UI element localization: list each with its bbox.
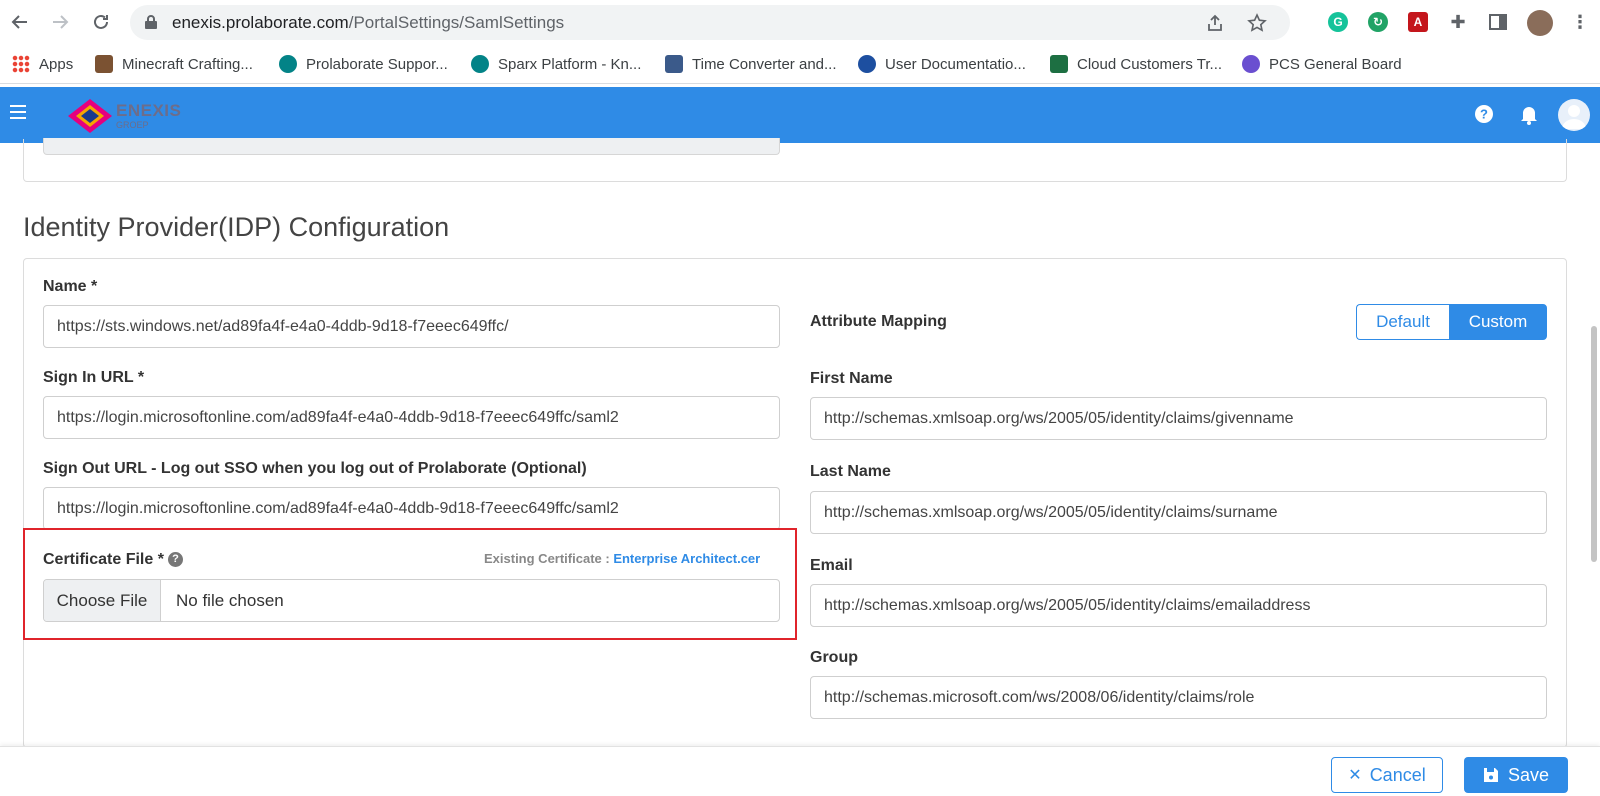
sign-in-url-label: Sign In URL * [43,369,145,386]
default-mapping-button[interactable]: Default [1356,304,1449,340]
enexis-logo[interactable]: ENEXIS GROEP [68,99,188,133]
sign-out-url-label: Sign Out URL - Log out SSO when you log … [43,460,587,477]
grammarly-icon[interactable]: G [1328,12,1348,32]
browser-toolbar: enexis.prolaborate.com/PortalSettings/Sa… [0,0,1600,44]
first-name-input[interactable]: http://schemas.xmlsoap.org/ws/2005/05/id… [810,397,1547,440]
previous-settings-card [23,138,1567,182]
back-arrow-icon[interactable] [8,10,32,34]
side-panel-icon[interactable] [1488,12,1508,32]
first-name-label: First Name [810,370,893,387]
last-name-input[interactable]: http://schemas.xmlsoap.org/ws/2005/05/id… [810,491,1547,534]
pdf-icon[interactable]: A [1408,12,1428,32]
app-header: ENEXIS GROEP ? [0,87,1600,143]
certificate-help-icon[interactable]: ? [167,552,183,568]
user-avatar-icon[interactable] [1558,99,1590,131]
notification-bell-icon[interactable] [1518,103,1540,125]
url-text: enexis.prolaborate.com/PortalSettings/Sa… [172,13,565,32]
mapping-mode-toggle: Default Custom [1356,304,1547,340]
help-icon[interactable]: ? [1473,103,1495,125]
page-scrollbar[interactable] [1591,326,1597,562]
browser-menu-icon[interactable]: ⋮ [1570,12,1590,32]
extensions-puzzle-icon[interactable]: ✚ [1448,12,1468,32]
lock-icon [144,14,158,35]
share-icon[interactable] [1205,13,1225,33]
bookmark-time-converter[interactable]: Time Converter and... [665,53,837,75]
bookmark-minecraft[interactable]: Minecraft Crafting... [95,53,253,75]
bookmark-sparx-platform[interactable]: Sparx Platform - Kn... [471,53,641,75]
forward-arrow-icon[interactable] [48,10,72,34]
address-bar[interactable]: enexis.prolaborate.com/PortalSettings/Sa… [130,5,1290,40]
prolaborate-icon [858,55,876,73]
time-converter-icon [665,55,683,73]
section-title: Identity Provider(IDP) Configuration [23,212,450,242]
minecraft-icon [95,55,113,73]
apps-grid-icon [12,55,30,73]
last-name-label: Last Name [810,463,891,480]
choose-file-button[interactable]: Choose File [44,580,161,621]
sign-out-url-input[interactable]: https://login.microsoftonline.com/ad89fa… [43,487,780,530]
bookmark-cloud-customers[interactable]: Cloud Customers Tr... [1050,53,1222,75]
save-button[interactable]: Save [1464,757,1568,793]
group-label: Group [810,649,858,666]
certificate-file-input[interactable]: Choose File No file chosen [43,579,780,622]
bookmark-user-documentation[interactable]: User Documentatio... [858,53,1026,75]
group-input[interactable]: http://schemas.microsoft.com/ws/2008/06/… [810,676,1547,719]
pcs-board-icon [1242,55,1260,73]
svg-text:?: ? [1480,107,1488,122]
reload-icon[interactable] [89,10,113,34]
name-label: Name * [43,278,98,295]
sign-in-url-input[interactable]: https://login.microsoftonline.com/ad89fa… [43,396,780,439]
close-icon: ✕ [1348,767,1362,784]
existing-certificate-link[interactable]: Enterprise Architect.cer [613,551,760,566]
previous-field [43,138,780,155]
cancel-button[interactable]: ✕ Cancel [1331,757,1443,793]
save-disk-icon [1483,767,1499,783]
name-input[interactable]: https://sts.windows.net/ad89fa4f-e4a0-4d… [43,305,780,348]
email-input[interactable]: http://schemas.xmlsoap.org/ws/2005/05/id… [810,584,1547,627]
excel-icon [1050,55,1068,73]
bookmark-apps[interactable]: Apps [12,53,73,75]
hamburger-menu-icon[interactable] [10,105,26,119]
sync-extension-icon[interactable]: ↻ [1368,12,1388,32]
no-file-chosen-text: No file chosen [176,591,284,610]
existing-certificate: Existing Certificate : Enterprise Archit… [484,551,761,566]
bookmark-pcs-general-board[interactable]: PCS General Board [1242,53,1402,75]
sharepoint-icon [471,55,489,73]
sharepoint-icon [279,55,297,73]
email-label: Email [810,557,853,574]
profile-avatar[interactable] [1527,10,1553,36]
attribute-mapping-title: Attribute Mapping [810,313,947,330]
certificate-file-label: Certificate File *? [43,551,183,569]
bookmarks-bar: Apps Minecraft Crafting... Prolaborate S… [0,44,1600,84]
bookmark-star-icon[interactable] [1247,13,1267,33]
custom-mapping-button[interactable]: Custom [1449,304,1547,340]
bookmark-prolaborate-support[interactable]: Prolaborate Suppor... [279,53,448,75]
